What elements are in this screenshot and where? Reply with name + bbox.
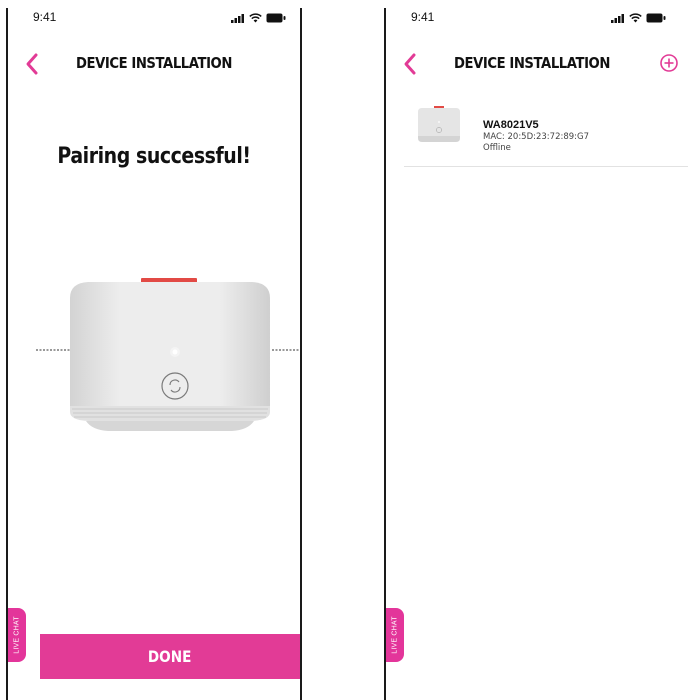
status-bar: 9:41 bbox=[8, 8, 300, 38]
status-bar: 9:41 bbox=[386, 8, 700, 38]
page-title: DEVICE INSTALLATION bbox=[76, 54, 232, 72]
status-icons bbox=[231, 13, 286, 23]
device-thumbnail bbox=[418, 106, 460, 142]
nav-bar: DEVICE INSTALLATION bbox=[386, 48, 700, 82]
device-status: Offline bbox=[483, 143, 511, 153]
page-title: DEVICE INSTALLATION bbox=[454, 54, 610, 72]
device-list-screen: 9:41 DEVICE INSTALLATION WA8021V5 MAC: 2… bbox=[384, 8, 700, 700]
done-button-label: DONE bbox=[148, 647, 192, 666]
status-icons bbox=[611, 13, 666, 23]
device-mac: MAC: 20:5D:23:72:89:G7 bbox=[483, 132, 590, 142]
status-time: 9:41 bbox=[411, 10, 435, 24]
status-time: 9:41 bbox=[33, 10, 57, 24]
live-chat-label: LIVE CHAT bbox=[391, 616, 399, 654]
signal-icon bbox=[231, 13, 244, 23]
router-device-image bbox=[36, 278, 300, 431]
pairing-success-message: Pairing successful! bbox=[57, 144, 251, 169]
nav-bar: DEVICE INSTALLATION bbox=[8, 48, 300, 82]
wifi-icon bbox=[629, 13, 642, 23]
add-device-button[interactable] bbox=[658, 52, 680, 74]
device-list-item[interactable]: WA8021V5 MAC: 20:5D:23:72:89:G7 Offline bbox=[404, 82, 688, 167]
live-chat-tab[interactable]: LIVE CHAT bbox=[8, 608, 26, 662]
live-chat-tab[interactable]: LIVE CHAT bbox=[386, 608, 404, 662]
battery-icon bbox=[266, 13, 286, 23]
plus-circle-icon bbox=[660, 54, 678, 72]
signal-icon bbox=[611, 13, 624, 23]
battery-icon bbox=[646, 13, 666, 23]
device-name: WA8021V5 bbox=[483, 119, 539, 131]
live-chat-label: LIVE CHAT bbox=[13, 616, 21, 654]
done-button[interactable]: DONE bbox=[40, 634, 300, 679]
wifi-icon bbox=[249, 13, 262, 23]
pairing-screen: 9:41 DEVICE INSTALLATION Pairing success… bbox=[6, 8, 302, 700]
